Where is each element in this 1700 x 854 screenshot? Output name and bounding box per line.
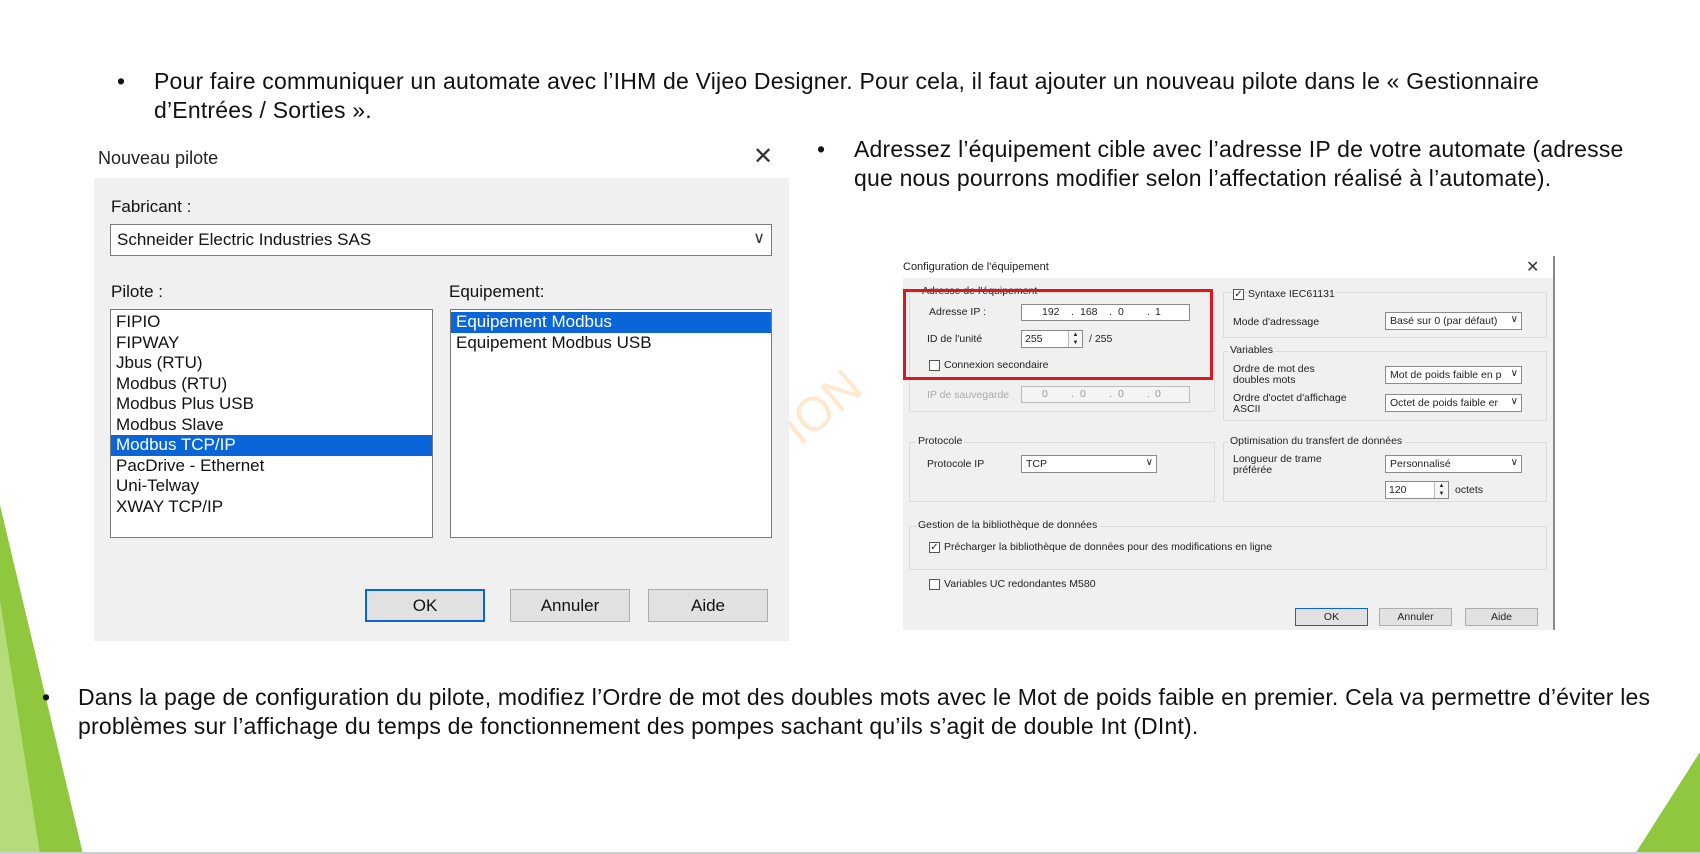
bytes-stepper[interactable]: 120 ▲ ▼ (1385, 481, 1449, 499)
ip-octet[interactable]: 0 (1118, 388, 1124, 400)
byte-order-value: Octet de poids faible er (1390, 397, 1498, 409)
ip-octet[interactable]: 0 (1155, 388, 1161, 400)
spinner-arrows-icon[interactable]: ▲ ▼ (1434, 482, 1448, 498)
iec-syntax-checkbox[interactable]: ✓ (1233, 289, 1244, 300)
addressing-mode-label: Mode d'adressage (1233, 316, 1320, 328)
help-button[interactable]: Aide (1465, 608, 1538, 626)
dialog-title: Configuration de l'équipement (903, 261, 1049, 273)
frame-length-label-line2: préférée (1233, 464, 1273, 476)
protocol-group-label: Protocole (916, 435, 965, 447)
transfer-group-label: Optimisation du transfert de données (1228, 435, 1405, 447)
chevron-down-icon: ∨ (1143, 457, 1153, 468)
bullet-glyph: • (42, 684, 51, 710)
equipment-label: Equipement: (449, 282, 545, 301)
ok-button[interactable]: OK (365, 589, 485, 622)
green-triangle-left-light (0, 600, 40, 854)
manufacturer-select[interactable]: Schneider Electric Industries SAS ∨ (110, 224, 772, 256)
protocol-ip-label: Protocole IP (927, 458, 985, 470)
redundant-vars-checkbox[interactable] (929, 579, 940, 590)
backup-ip-label: IP de sauvegarde (927, 389, 1010, 401)
driver-list-item[interactable]: PacDrive - Ethernet (111, 456, 432, 477)
word-order-value: Mot de poids faible en p (1390, 369, 1502, 381)
equipment-list-item[interactable]: Equipement Modbus USB (451, 333, 771, 354)
driver-list-item[interactable]: XWAY TCP/IP (111, 497, 432, 518)
green-triangle-right (1635, 752, 1700, 854)
chevron-down-icon: ∨ (1508, 457, 1518, 468)
addressing-mode-value: Basé sur 0 (par défaut) (1390, 315, 1498, 327)
chevron-down-icon: ∨ (753, 230, 765, 247)
bullet-glyph: • (817, 136, 826, 162)
ip-highlight-box (903, 289, 1213, 380)
driver-list-item[interactable]: FIPWAY (111, 333, 432, 354)
bullet-bottom-text: Dans la page de configuration du pilote,… (78, 684, 1651, 739)
byte-order-label-line2: ASCII (1233, 403, 1261, 415)
word-order-label: Ordre de mot des doubles mots (1233, 364, 1315, 386)
help-button[interactable]: Aide (648, 589, 768, 622)
protocol-value: TCP (1026, 458, 1047, 470)
ip-separator: . (1071, 388, 1074, 400)
dialog-title: Nouveau pilote (98, 148, 219, 168)
driver-label: Pilote : (111, 282, 163, 301)
variables-group-label: Variables (1228, 344, 1275, 356)
bullet-right: • Adressez l’équipement cible avec l’adr… (817, 135, 1634, 193)
cancel-button[interactable]: Annuler (1379, 608, 1452, 626)
bullet-bottom: • Dans la page de configuration du pilot… (42, 683, 1658, 741)
dialog-titlebar: Configuration de l'équipement ✕ (903, 256, 1553, 278)
driver-list[interactable]: FIPIO FIPWAY Jbus (RTU) Modbus (RTU) Modbus … (110, 309, 433, 538)
ip-separator: . (1109, 388, 1112, 400)
word-order-label-line2: doubles mots (1233, 374, 1296, 386)
ip-octet[interactable]: 0 (1042, 388, 1048, 400)
chevron-down-icon: ∨ (1508, 314, 1518, 325)
ok-button[interactable]: OK (1295, 608, 1368, 626)
equipment-list[interactable]: Equipement Modbus Equipement Modbus USB (450, 309, 772, 538)
close-icon[interactable]: ✕ (1526, 257, 1539, 277)
close-icon[interactable]: ✕ (750, 144, 776, 170)
chevron-down-icon: ∨ (1508, 396, 1518, 407)
backup-ip-field[interactable]: 0. 0. 0. 0 (1021, 386, 1190, 403)
chevron-down-icon: ∨ (1508, 368, 1518, 379)
bullet-right-text: Adressez l’équipement cible avec l’adres… (854, 136, 1624, 191)
driver-list-item[interactable]: Modbus TCP/IP (111, 435, 432, 456)
preload-checkbox[interactable]: ✓ (929, 542, 940, 553)
library-group-label: Gestion de la bibliothèque de données (916, 519, 1100, 531)
cancel-button[interactable]: Annuler (510, 589, 630, 622)
equipment-list-item[interactable]: Equipement Modbus (451, 312, 771, 333)
ip-separator: . (1147, 388, 1150, 400)
dialog-titlebar: Nouveau pilote ✕ (94, 138, 789, 178)
manufacturer-value: Schneider Electric Industries SAS (117, 230, 372, 249)
driver-list-item[interactable]: FIPIO (111, 312, 432, 333)
frame-length-value: Personnalisé (1390, 458, 1451, 470)
driver-list-item[interactable]: Modbus (RTU) (111, 374, 432, 395)
green-triangle-left (0, 505, 83, 854)
bytes-unit: octets (1455, 484, 1484, 496)
frame-length-label: Longueur de trame préférée (1233, 454, 1322, 476)
iec-syntax-label: Syntaxe IEC61131 (1248, 288, 1337, 300)
redundant-vars-label: Variables UC redondantes M580 (944, 578, 1096, 590)
preload-label: Précharger la bibliothèque de données po… (944, 541, 1273, 553)
manufacturer-label: Fabricant : (111, 197, 192, 216)
driver-list-item[interactable]: Modbus Plus USB (111, 394, 432, 415)
bullet-top-text: Pour faire communiquer un automate avec … (154, 68, 1540, 123)
bullet-glyph: • (117, 68, 126, 94)
byte-order-select[interactable]: Octet de poids faible er ∨ (1385, 394, 1522, 412)
slide: ION • Pour faire communiquer un automate… (0, 0, 1700, 854)
driver-list-item[interactable]: Jbus (RTU) (111, 353, 432, 374)
word-order-select[interactable]: Mot de poids faible en p ∨ (1385, 366, 1522, 384)
bytes-value: 120 (1389, 484, 1407, 496)
driver-list-item[interactable]: Uni-Telway (111, 476, 432, 497)
protocol-select[interactable]: TCP ∨ (1021, 455, 1157, 473)
addressing-mode-select[interactable]: Basé sur 0 (par défaut) ∨ (1385, 312, 1522, 330)
frame-length-select[interactable]: Personnalisé ∨ (1385, 455, 1522, 473)
bullet-top: • Pour faire communiquer un automate ave… (117, 67, 1594, 125)
byte-order-label: Ordre d'octet d'affichage ASCII (1233, 393, 1347, 415)
driver-list-item[interactable]: Modbus Slave (111, 415, 432, 436)
new-driver-dialog: Nouveau pilote ✕ Fabricant : Schneider E… (94, 138, 789, 641)
ip-octet[interactable]: 0 (1080, 388, 1086, 400)
